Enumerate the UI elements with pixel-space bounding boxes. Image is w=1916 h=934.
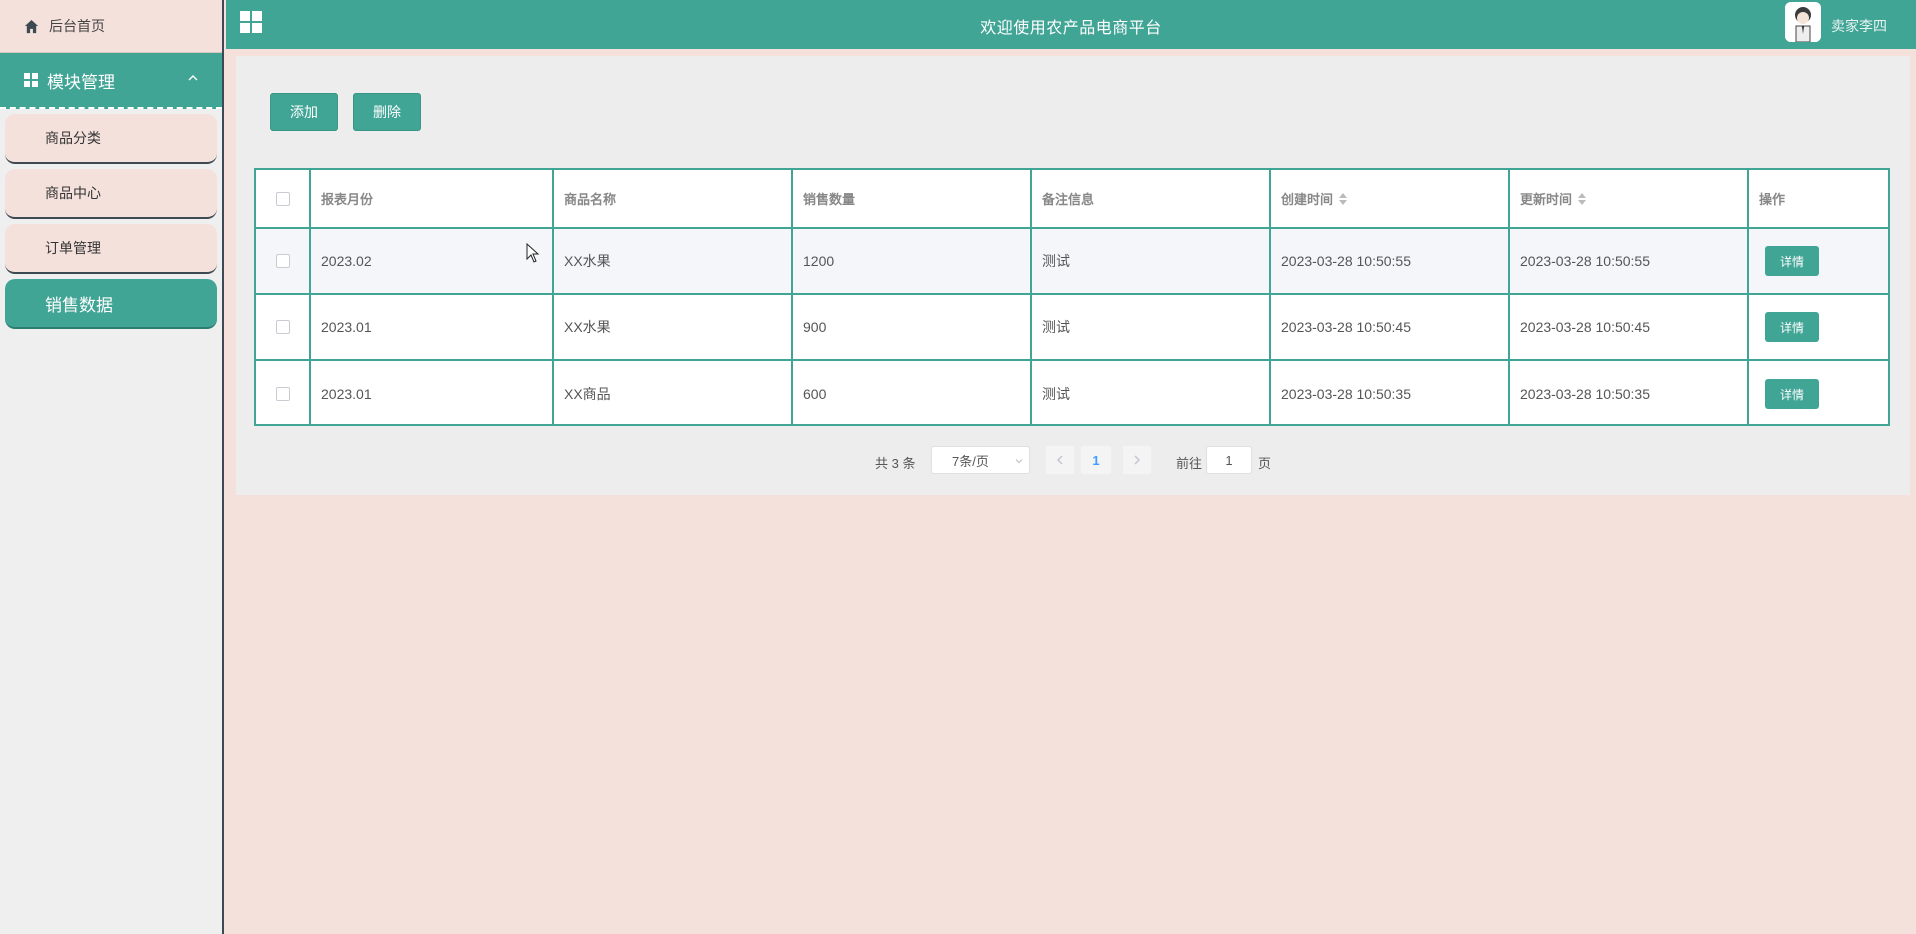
column-header-month: 报表月份 <box>311 170 554 227</box>
column-header-created[interactable]: 创建时间 <box>1271 170 1510 227</box>
goto-page-input[interactable] <box>1206 446 1252 474</box>
row-select-cell <box>256 295 311 359</box>
pagination-total: 共 3 条 <box>875 456 916 471</box>
row-select-cell <box>256 229 311 293</box>
page-size-value: 7条/页 <box>952 453 989 469</box>
sidebar-item-label: 销售数据 <box>45 295 113 315</box>
sort-icon[interactable] <box>1578 192 1587 205</box>
cell-updated: 2023-03-28 10:50:35 <box>1510 361 1749 424</box>
column-header-action: 操作 <box>1759 192 1786 207</box>
chevron-down-icon <box>1015 459 1023 464</box>
cell-note: 测试 <box>1032 361 1271 424</box>
cell-note: 测试 <box>1032 229 1271 293</box>
cell-name: XX商品 <box>554 361 793 424</box>
top-header: 欢迎使用农产品电商平台 卖家李四 <box>226 0 1916 49</box>
content-panel: 添加 删除 报表月份 商品名称 销售数量 备注信息 创建时间 更新时间 操作 2… <box>236 56 1910 495</box>
sidebar-item-category[interactable]: 商品分类 <box>5 114 217 164</box>
sidebar-item-label: 后台首页 <box>49 18 105 34</box>
page-suffix-label: 页 <box>1258 456 1272 471</box>
prev-page-button[interactable] <box>1046 446 1074 474</box>
sidebar: 后台首页 模块管理 商品分类 商品中心 订单管理 销售数据 <box>0 0 224 934</box>
detail-button[interactable]: 详情 <box>1765 379 1819 409</box>
chevron-left-icon <box>1057 455 1063 465</box>
page-number-current[interactable]: 1 <box>1081 446 1111 474</box>
sidebar-item-orders[interactable]: 订单管理 <box>5 224 217 274</box>
pagination: 共 3 条 7条/页 1 前往 页 <box>236 446 1910 476</box>
sidebar-module-label: 模块管理 <box>47 72 115 92</box>
column-header-qty: 销售数量 <box>793 170 1032 227</box>
cell-created: 2023-03-28 10:50:35 <box>1271 361 1510 424</box>
row-checkbox[interactable] <box>275 254 290 268</box>
cell-action: 详情 <box>1749 295 1888 359</box>
cell-action: 详情 <box>1749 361 1888 424</box>
select-all-checkbox[interactable] <box>275 191 290 206</box>
cell-created: 2023-03-28 10:50:45 <box>1271 295 1510 359</box>
row-select-cell <box>256 361 311 424</box>
table-row: 2023.01 XX水果 900 测试 2023-03-28 10:50:45 … <box>256 295 1888 361</box>
detail-button[interactable]: 详情 <box>1765 246 1819 276</box>
sidebar-item-sales-data[interactable]: 销售数据 <box>5 279 217 329</box>
chevron-up-icon <box>188 75 198 81</box>
username[interactable]: 卖家李四 <box>1831 16 1887 36</box>
cell-month: 2023.01 <box>311 295 554 359</box>
column-header-note: 备注信息 <box>1032 170 1271 227</box>
delete-button[interactable]: 删除 <box>353 93 421 131</box>
cell-qty: 900 <box>793 295 1032 359</box>
cell-name: XX水果 <box>554 295 793 359</box>
sidebar-item-label: 订单管理 <box>45 240 101 256</box>
sidebar-item-label: 商品中心 <box>45 185 101 201</box>
table-row: 2023.02 XX水果 1200 测试 2023-03-28 10:50:55… <box>256 229 1888 295</box>
cell-created: 2023-03-28 10:50:55 <box>1271 229 1510 293</box>
sidebar-item-label: 商品分类 <box>45 130 101 146</box>
detail-button[interactable]: 详情 <box>1765 312 1819 342</box>
cell-qty: 600 <box>793 361 1032 424</box>
table-header-row: 报表月份 商品名称 销售数量 备注信息 创建时间 更新时间 操作 <box>256 170 1888 229</box>
goto-label: 前往 <box>1176 456 1203 471</box>
cell-month: 2023.02 <box>311 229 554 293</box>
page-title: 欢迎使用农产品电商平台 <box>980 20 1162 37</box>
grid-icon <box>24 73 38 87</box>
avatar[interactable] <box>1785 2 1821 42</box>
home-icon <box>24 19 39 33</box>
column-header-name: 商品名称 <box>554 170 793 227</box>
row-checkbox[interactable] <box>275 320 290 334</box>
cell-qty: 1200 <box>793 229 1032 293</box>
add-button[interactable]: 添加 <box>270 93 338 131</box>
sales-table: 报表月份 商品名称 销售数量 备注信息 创建时间 更新时间 操作 2023.02… <box>254 168 1890 426</box>
page-size-select[interactable]: 7条/页 <box>931 446 1030 474</box>
column-header-label: 更新时间 <box>1520 192 1573 207</box>
column-header-label: 创建时间 <box>1281 192 1334 207</box>
mouse-cursor-icon <box>526 243 540 263</box>
sidebar-item-home[interactable]: 后台首页 <box>0 0 222 53</box>
sidebar-module-menu[interactable]: 模块管理 <box>0 53 222 109</box>
table-row: 2023.01 XX商品 600 测试 2023-03-28 10:50:35 … <box>256 361 1888 424</box>
sidebar-item-product-center[interactable]: 商品中心 <box>5 169 217 219</box>
chevron-right-icon <box>1134 455 1140 465</box>
cell-updated: 2023-03-28 10:50:45 <box>1510 295 1749 359</box>
column-header-updated[interactable]: 更新时间 <box>1510 170 1749 227</box>
row-checkbox[interactable] <box>275 387 290 401</box>
cell-updated: 2023-03-28 10:50:55 <box>1510 229 1749 293</box>
cell-month: 2023.01 <box>311 361 554 424</box>
avatar-image <box>1785 2 1821 42</box>
sort-icon[interactable] <box>1339 192 1348 205</box>
cell-note: 测试 <box>1032 295 1271 359</box>
next-page-button[interactable] <box>1123 446 1151 474</box>
select-all-cell <box>256 170 311 227</box>
cell-action: 详情 <box>1749 229 1888 293</box>
cell-name: XX水果 <box>554 229 793 293</box>
